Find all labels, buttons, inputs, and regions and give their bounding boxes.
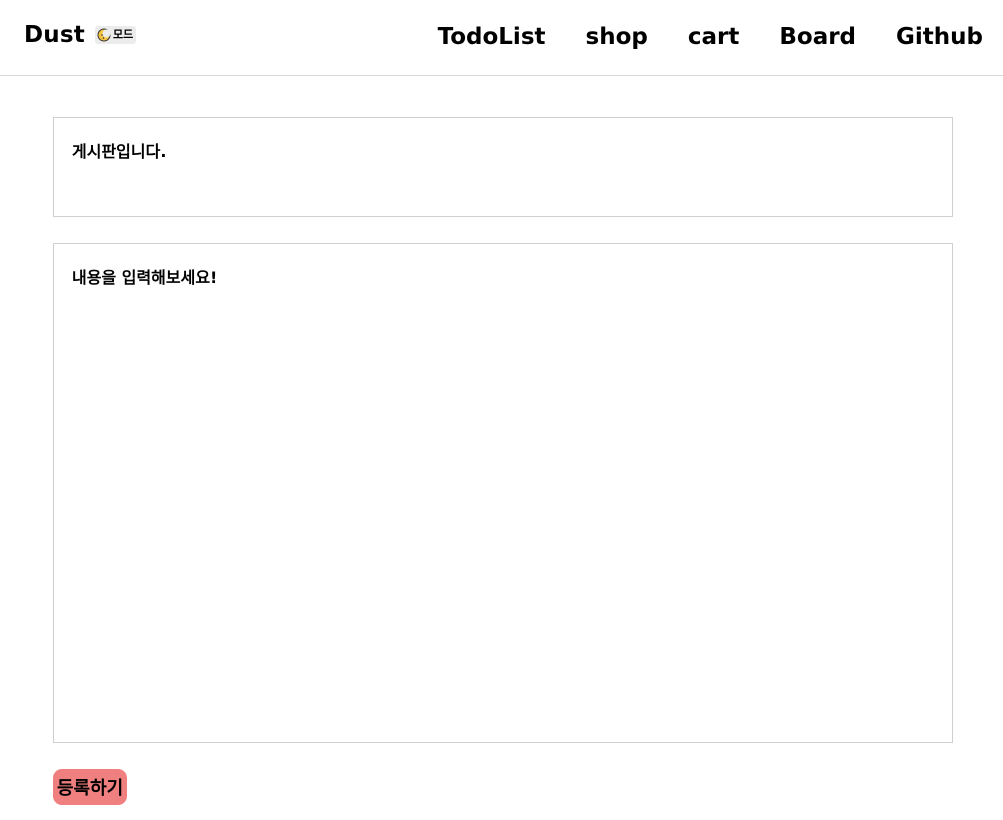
nav-link-github[interactable]: Github — [896, 22, 983, 52]
nav-link-shop[interactable]: shop — [586, 22, 648, 52]
content-input[interactable] — [53, 243, 953, 743]
navbar: Dust 모드 TodoList shop cart Board Github — [0, 0, 1003, 76]
brand-name[interactable]: Dust — [24, 22, 85, 48]
mode-toggle-button[interactable]: 모드 — [94, 26, 137, 44]
nav-links: TodoList shop cart Board Github — [398, 22, 983, 52]
nav-link-board[interactable]: Board — [779, 22, 856, 52]
moon-icon — [97, 28, 111, 42]
brand: Dust 모드 — [24, 22, 137, 48]
nav-link-cart[interactable]: cart — [688, 22, 740, 52]
mode-toggle-label: 모드 — [112, 28, 134, 41]
submit-button[interactable]: 등록하기 — [53, 769, 128, 805]
title-input[interactable] — [53, 117, 953, 217]
nav-link-todolist[interactable]: TodoList — [438, 22, 546, 52]
